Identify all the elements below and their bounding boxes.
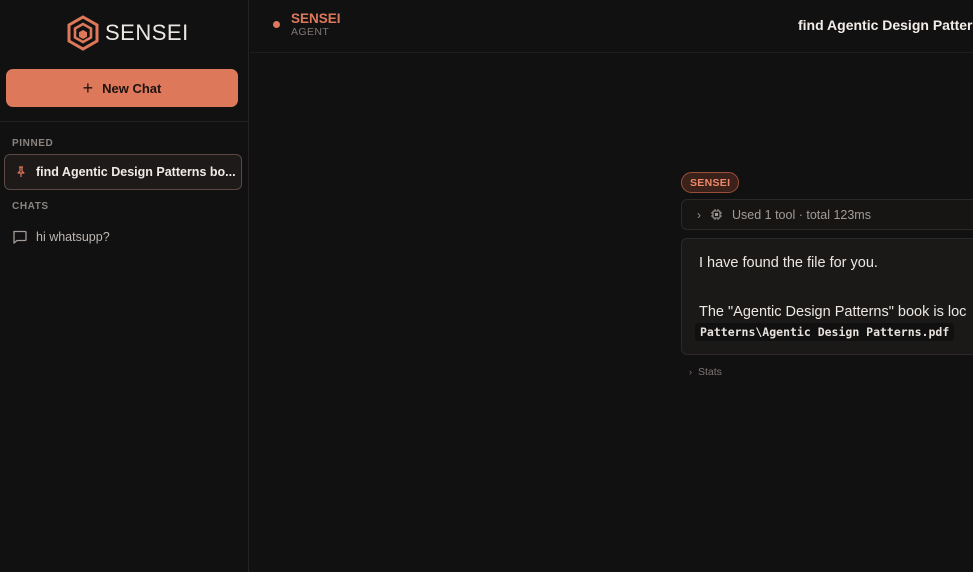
assistant-message: I have found the file for you. The "Agen…	[681, 238, 973, 355]
stats-toggle[interactable]: › Stats	[689, 366, 722, 378]
plus-icon: +	[82, 78, 94, 98]
sender-badge: SENSEI	[681, 172, 740, 193]
new-chat-button[interactable]: + New Chat	[6, 69, 238, 107]
sidebar: SENSEI + New Chat PINNED find Agentic De…	[0, 0, 249, 572]
chat-item-label: hi whatsupp?	[36, 230, 110, 244]
brand-logo[interactable]: SENSEI	[66, 15, 189, 51]
conversation-title: find Agentic Design Patterns	[798, 17, 973, 33]
brand-name: SENSEI	[105, 20, 189, 45]
chats-section-label: CHATS	[12, 201, 49, 212]
agent-role: AGENT	[291, 26, 330, 38]
pin-icon	[17, 166, 25, 177]
new-chat-label: New Chat	[102, 80, 162, 96]
chat-bubble-icon	[13, 230, 27, 244]
app-window: SENSEI + New Chat PINNED find Agentic De…	[0, 0, 973, 572]
hexagon-logo-icon	[67, 15, 99, 51]
file-path-code: Patterns\Agentic Design Patterns.pdf	[695, 323, 955, 341]
chevron-right-icon: ›	[697, 207, 701, 222]
cpu-chip-icon	[711, 209, 722, 220]
pinned-chat-label: find Agentic Design Patterns bo...	[36, 165, 236, 179]
tool-usage-summary: Used 1 tool · total 123ms	[732, 207, 871, 222]
sidebar-divider	[0, 121, 248, 122]
stats-label: Stats	[698, 366, 722, 378]
chevron-right-icon: ›	[689, 367, 692, 377]
pinned-chat-item[interactable]: find Agentic Design Patterns bo...	[4, 154, 242, 190]
chat-header: SENSEI AGENT find Agentic Design Pattern…	[250, 0, 973, 53]
status-dot-icon	[273, 21, 280, 28]
agent-name: SENSEI	[291, 11, 341, 26]
chat-item[interactable]: hi whatsupp?	[12, 226, 110, 248]
message-text-line: I have found the file for you.	[699, 255, 878, 271]
tool-usage-toggle[interactable]: › Used 1 tool · total 123ms	[681, 199, 973, 230]
message-text-line: The "Agentic Design Patterns" book is lo…	[699, 304, 967, 320]
pinned-section-label: PINNED	[12, 138, 54, 149]
